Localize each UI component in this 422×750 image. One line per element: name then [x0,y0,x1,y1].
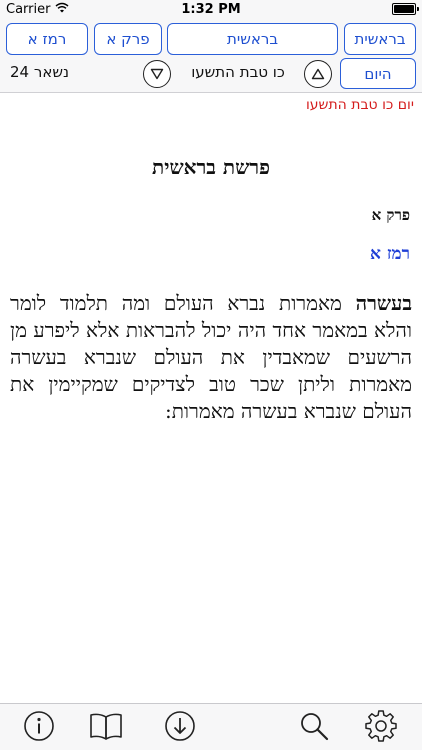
gear-icon [364,709,398,747]
date-navigation-row: נשאר 24 כו טבת התשעו [0,58,336,90]
search-icon [298,710,330,746]
study-content: יום כו טבת התשעו פרשת בראשית פרק א רמז א… [0,93,422,703]
today-button[interactable]: היום [340,58,416,89]
sefer-button[interactable]: בראשית [167,23,338,55]
perek-button[interactable]: פרק א [94,23,162,55]
navigation-bar: רמז א פרק א בראשית בראשית נשאר 24 כו טבת… [0,20,422,93]
search-button[interactable] [297,711,331,745]
status-bar: Carrier 1:32 PM [0,0,422,20]
remaining-count: נשאר 24 [10,63,69,81]
battery-icon [392,3,419,15]
triangle-up-icon [311,65,325,84]
status-right [392,3,419,15]
parsha-title: פרשת בראשית [152,155,270,179]
body-text: בעשרה מאמרות נברא העולם ומה תלמוד לומר ו… [10,290,412,425]
download-icon [164,710,196,746]
download-button[interactable] [163,711,197,745]
parsha-button[interactable]: בראשית [344,23,416,55]
remez-label: רמז א [369,244,410,264]
book-icon [89,711,123,745]
day-line: יום כו טבת התשעו [305,97,414,113]
settings-button[interactable] [364,709,398,747]
app-screen: Carrier 1:32 PM רמז א פרק א בראשית בראשי… [0,0,422,750]
triangle-down-icon [150,65,164,84]
book-button[interactable] [89,711,123,745]
next-day-button[interactable] [143,60,171,88]
body-text-main: מאמרות נברא העולם ומה תלמוד לומר והלא במ… [10,291,412,423]
remez-button[interactable]: רמז א [6,23,88,55]
info-icon [23,710,55,746]
bottom-toolbar [0,703,422,750]
body-text-lead: בעשרה [355,291,413,315]
previous-day-button[interactable] [304,60,332,88]
info-button[interactable] [22,711,56,745]
chapter-label: פרק א [371,206,410,224]
status-time: 1:32 PM [181,2,241,17]
date-label: כו טבת התשעו [191,63,285,81]
